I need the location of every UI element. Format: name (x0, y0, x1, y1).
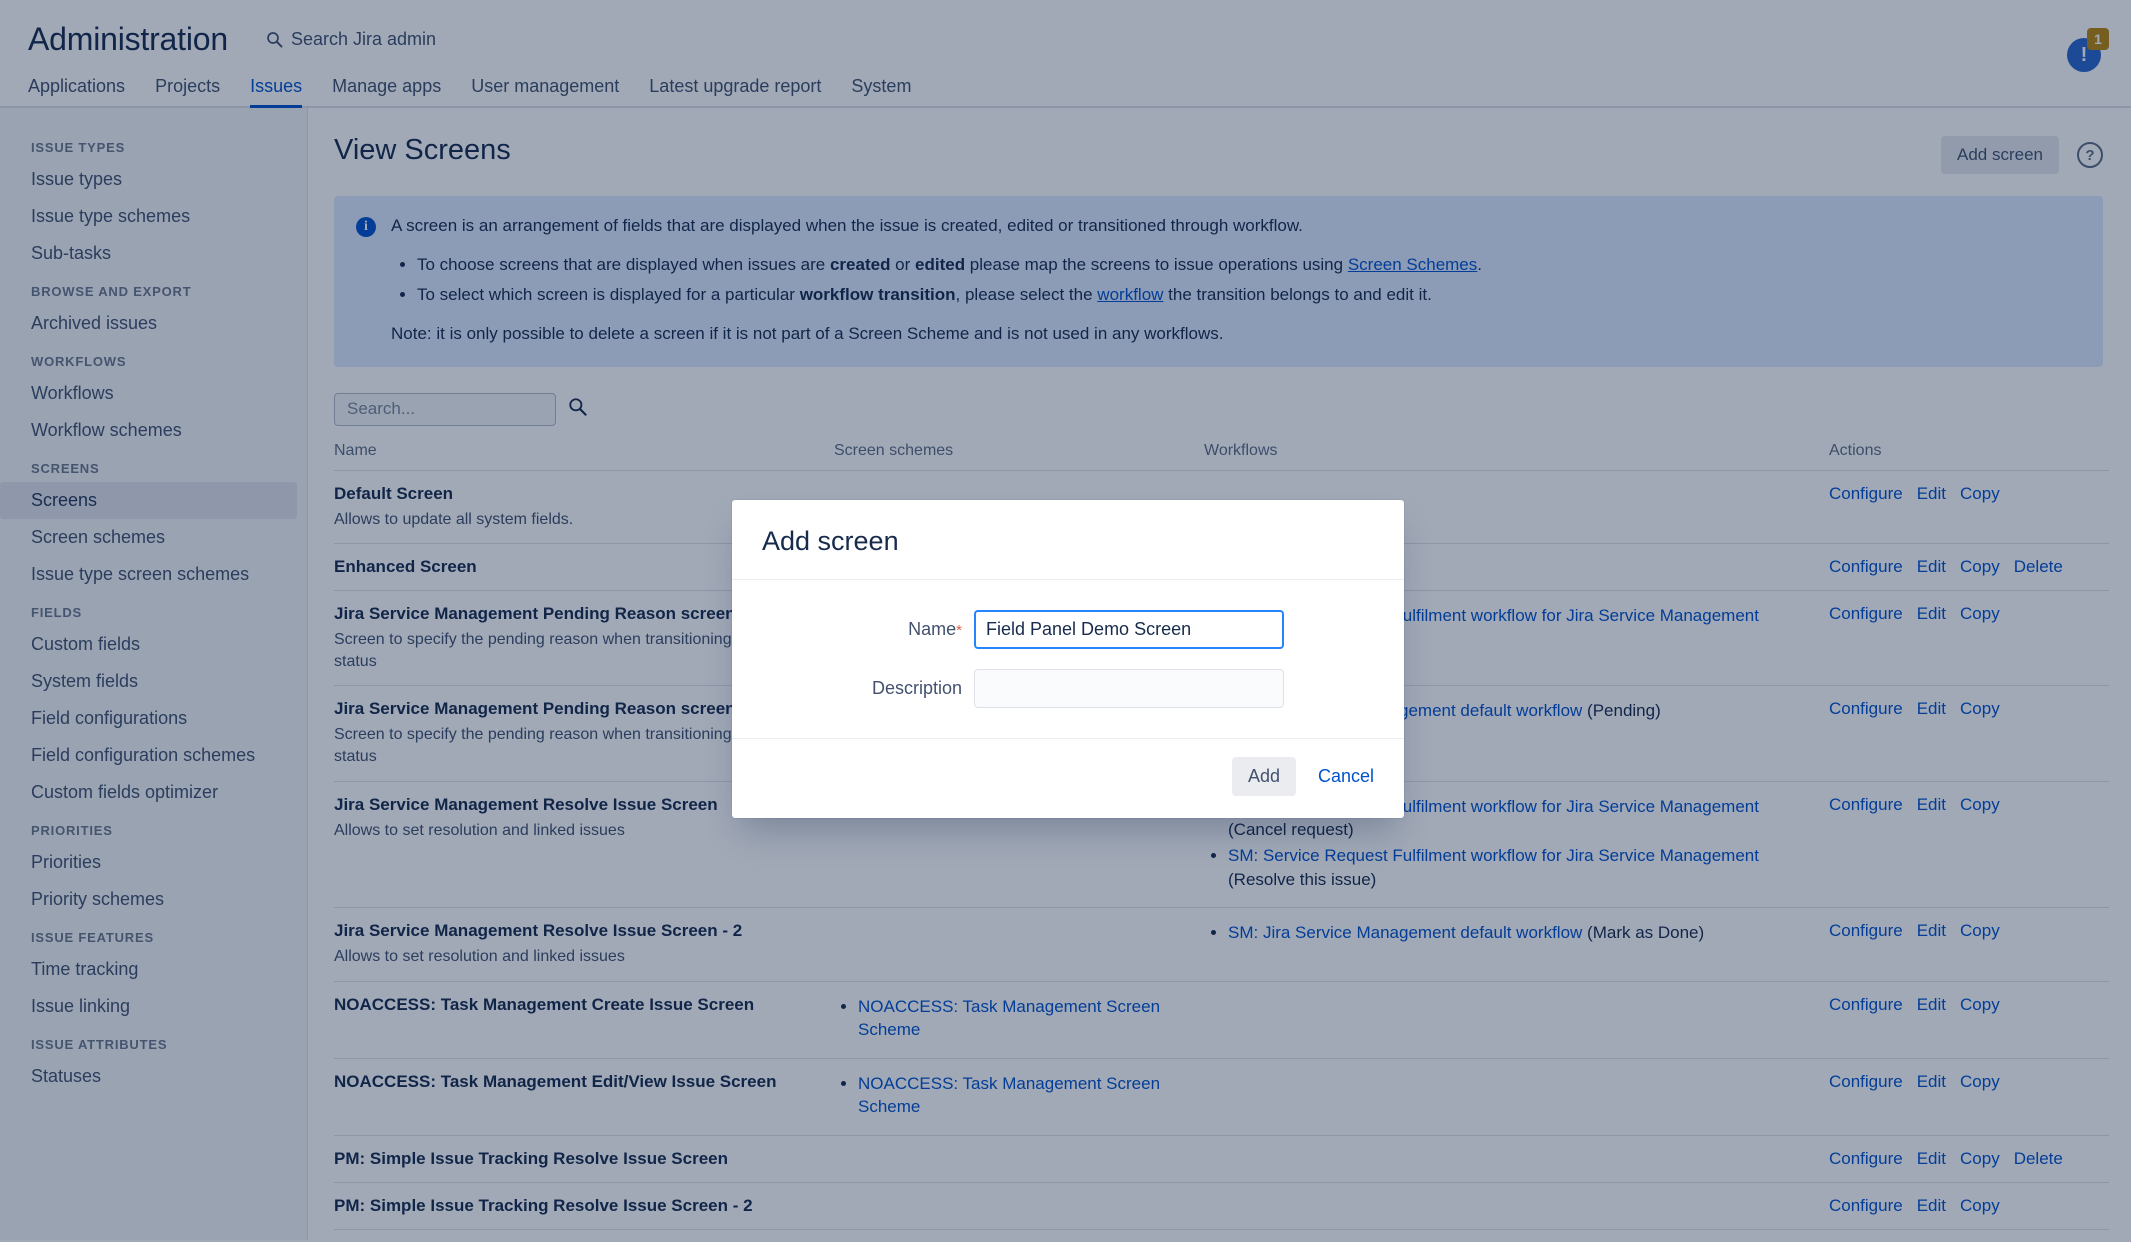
dialog-body: Name* Description (732, 580, 1404, 739)
name-field-label: Name* (762, 619, 974, 640)
dialog-footer: Add Cancel (732, 739, 1404, 818)
name-label-text: Name (908, 619, 956, 639)
description-field-label: Description (762, 678, 974, 699)
screen-description-input[interactable] (974, 669, 1284, 708)
dialog-add-button[interactable]: Add (1232, 757, 1296, 796)
add-screen-dialog: Add screen Name* Description Add Cancel (732, 500, 1404, 818)
name-field-row: Name* (762, 610, 1374, 649)
dialog-header: Add screen (732, 500, 1404, 580)
screen-name-input[interactable] (974, 610, 1284, 649)
required-asterisk: * (956, 622, 962, 639)
description-field-row: Description (762, 669, 1374, 708)
dialog-cancel-button[interactable]: Cancel (1318, 766, 1374, 787)
dialog-title: Add screen (762, 526, 1374, 557)
